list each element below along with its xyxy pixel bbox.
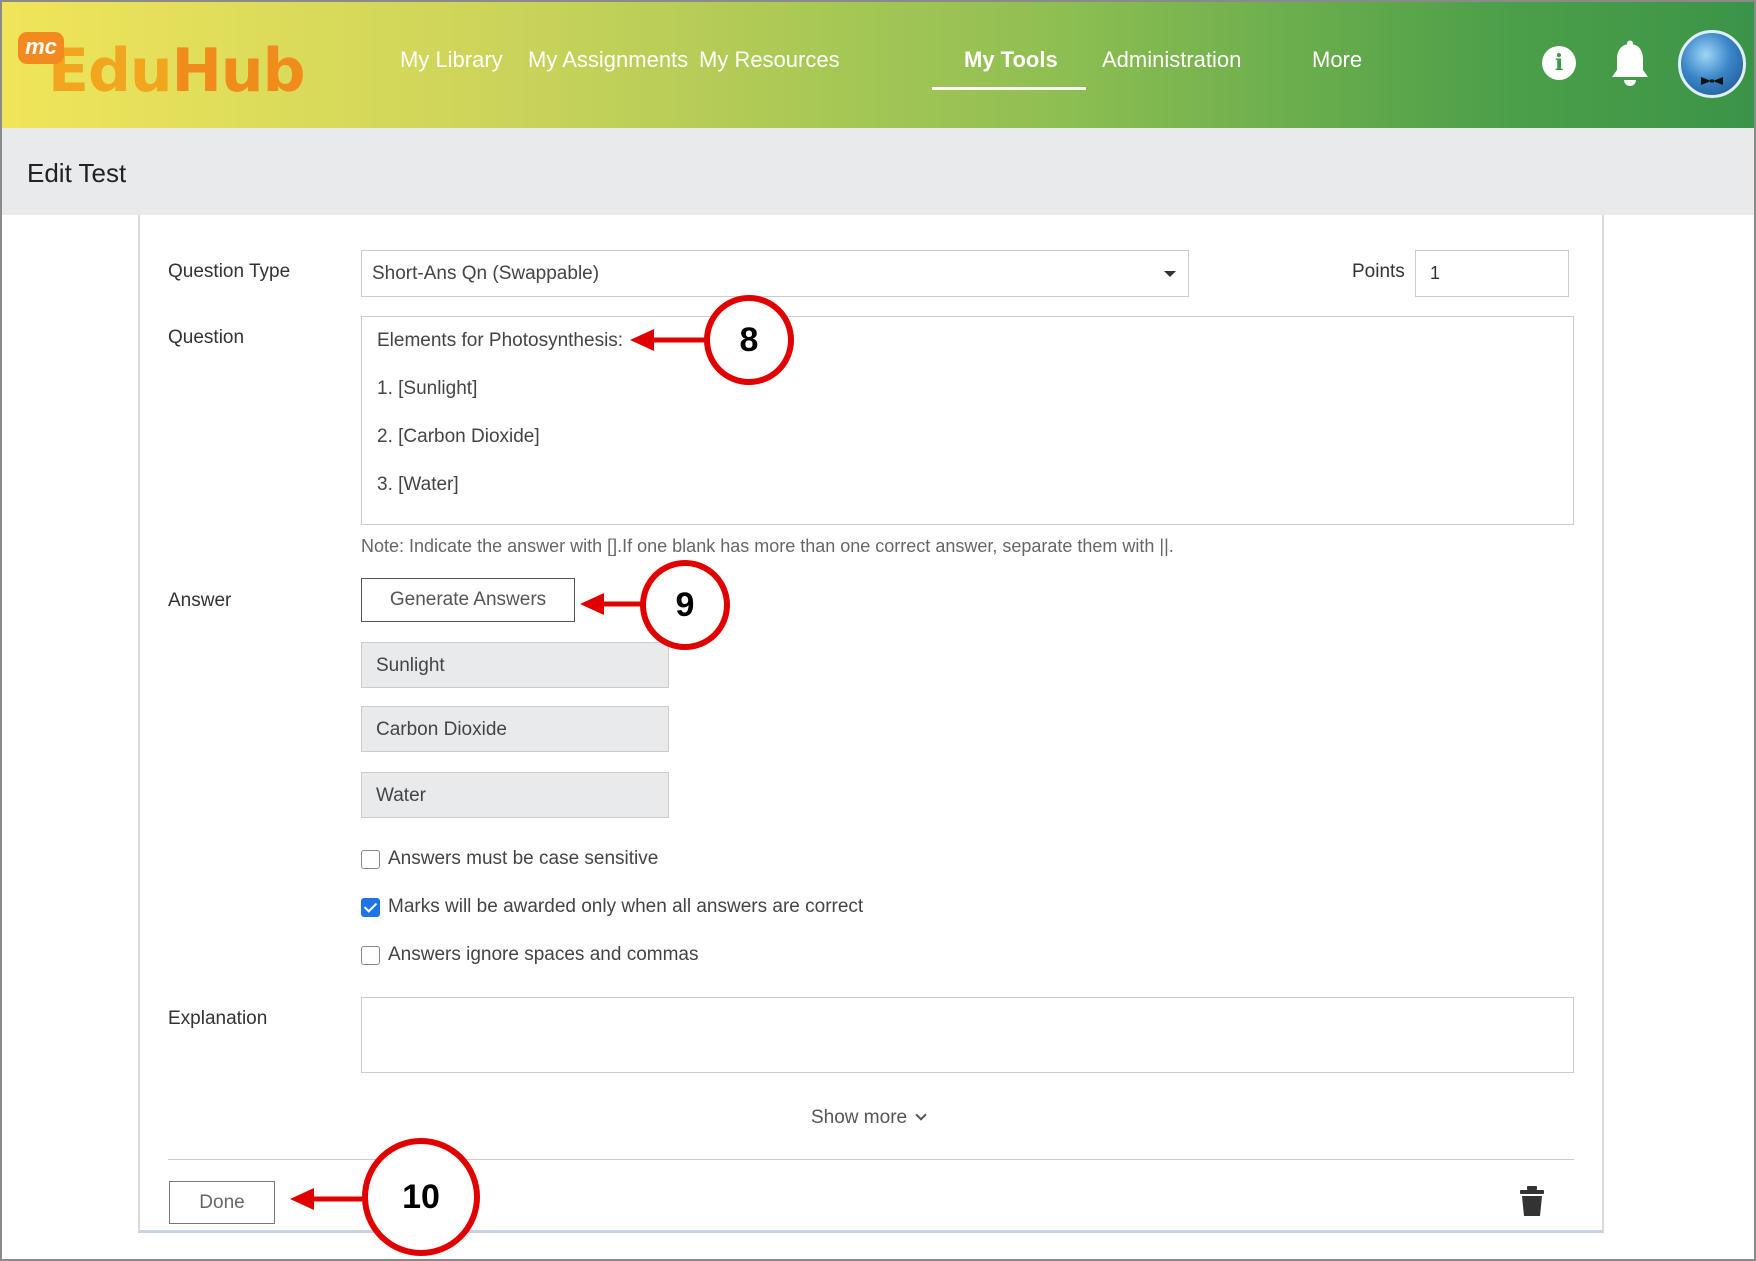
- trash-icon[interactable]: [1518, 1185, 1546, 1217]
- callout-10: 10: [362, 1138, 480, 1256]
- question-type-label: Question Type: [168, 261, 291, 282]
- option-label: Answers must be case sensitive: [388, 848, 659, 869]
- nav-more[interactable]: More: [1312, 47, 1362, 73]
- show-more-label: Show more: [811, 1107, 908, 1128]
- question-type-select[interactable]: Short-Ans Qn (Swappable): [361, 250, 1189, 297]
- checkbox-ignore-spaces[interactable]: [361, 945, 380, 965]
- page-header: Edit Test: [2, 128, 1754, 215]
- callout-9: 9: [640, 560, 730, 650]
- option-case-sensitive[interactable]: Answers must be case sensitive: [361, 848, 658, 870]
- answer-format-note: Note: Indicate the answer with [].If one…: [361, 536, 1174, 556]
- question-editor[interactable]: Elements for Photosynthesis: 1. [Sunligh…: [361, 316, 1574, 525]
- nav-my-tools[interactable]: My Tools: [964, 47, 1058, 73]
- option-label: Answers ignore spaces and commas: [388, 944, 699, 965]
- option-ignore-spaces[interactable]: Answers ignore spaces and commas: [361, 944, 698, 966]
- generate-answers-button[interactable]: Generate Answers: [361, 578, 575, 622]
- checkbox-all-correct[interactable]: [361, 897, 380, 917]
- show-more-toggle[interactable]: Show more: [811, 1107, 927, 1129]
- explanation-input[interactable]: [361, 997, 1574, 1073]
- callout-arrow: [290, 1188, 368, 1210]
- top-navigation-bar: EduHub mc My Library My Assignments My R…: [2, 2, 1754, 128]
- nav-my-resources[interactable]: My Resources: [699, 47, 840, 73]
- active-tab-underline: [932, 87, 1086, 90]
- answer-field: Sunlight: [361, 642, 669, 688]
- main-nav: My Library My Assignments My Resources M…: [2, 2, 1754, 128]
- done-button[interactable]: Done: [169, 1181, 275, 1224]
- question-line: 3. [Water]: [377, 474, 459, 495]
- caret-down-icon: [1164, 271, 1176, 277]
- callout-arrow: [630, 329, 712, 351]
- explanation-label: Explanation: [168, 1008, 268, 1029]
- nav-my-assignments[interactable]: My Assignments: [528, 47, 688, 73]
- nav-my-library[interactable]: My Library: [400, 47, 503, 73]
- checkbox-case-sensitive[interactable]: [361, 849, 380, 869]
- chevron-down-icon: [915, 1109, 927, 1121]
- answer-field: Carbon Dioxide: [361, 706, 669, 752]
- answer-label: Answer: [168, 590, 232, 611]
- answer-field: Water: [361, 772, 669, 818]
- bell-icon[interactable]: [1608, 40, 1652, 88]
- bowtie-icon: [1701, 77, 1723, 85]
- question-line: 1. [Sunlight]: [377, 378, 478, 399]
- points-input[interactable]: 1: [1415, 250, 1569, 297]
- page-title: Edit Test: [27, 158, 127, 188]
- question-label: Question: [168, 327, 245, 348]
- option-all-correct[interactable]: Marks will be awarded only when all answ…: [361, 896, 863, 918]
- question-line: Elements for Photosynthesis:: [377, 330, 624, 351]
- info-icon[interactable]: i: [1542, 46, 1576, 80]
- option-label: Marks will be awarded only when all answ…: [388, 896, 864, 917]
- points-label: Points: [1352, 261, 1405, 282]
- nav-administration[interactable]: Administration: [1102, 47, 1241, 73]
- callout-8: 8: [704, 295, 794, 385]
- question-type-value: Short-Ans Qn (Swappable): [372, 263, 600, 284]
- question-line: 2. [Carbon Dioxide]: [377, 426, 540, 447]
- user-avatar[interactable]: [1678, 30, 1746, 98]
- callout-arrow: [580, 593, 648, 615]
